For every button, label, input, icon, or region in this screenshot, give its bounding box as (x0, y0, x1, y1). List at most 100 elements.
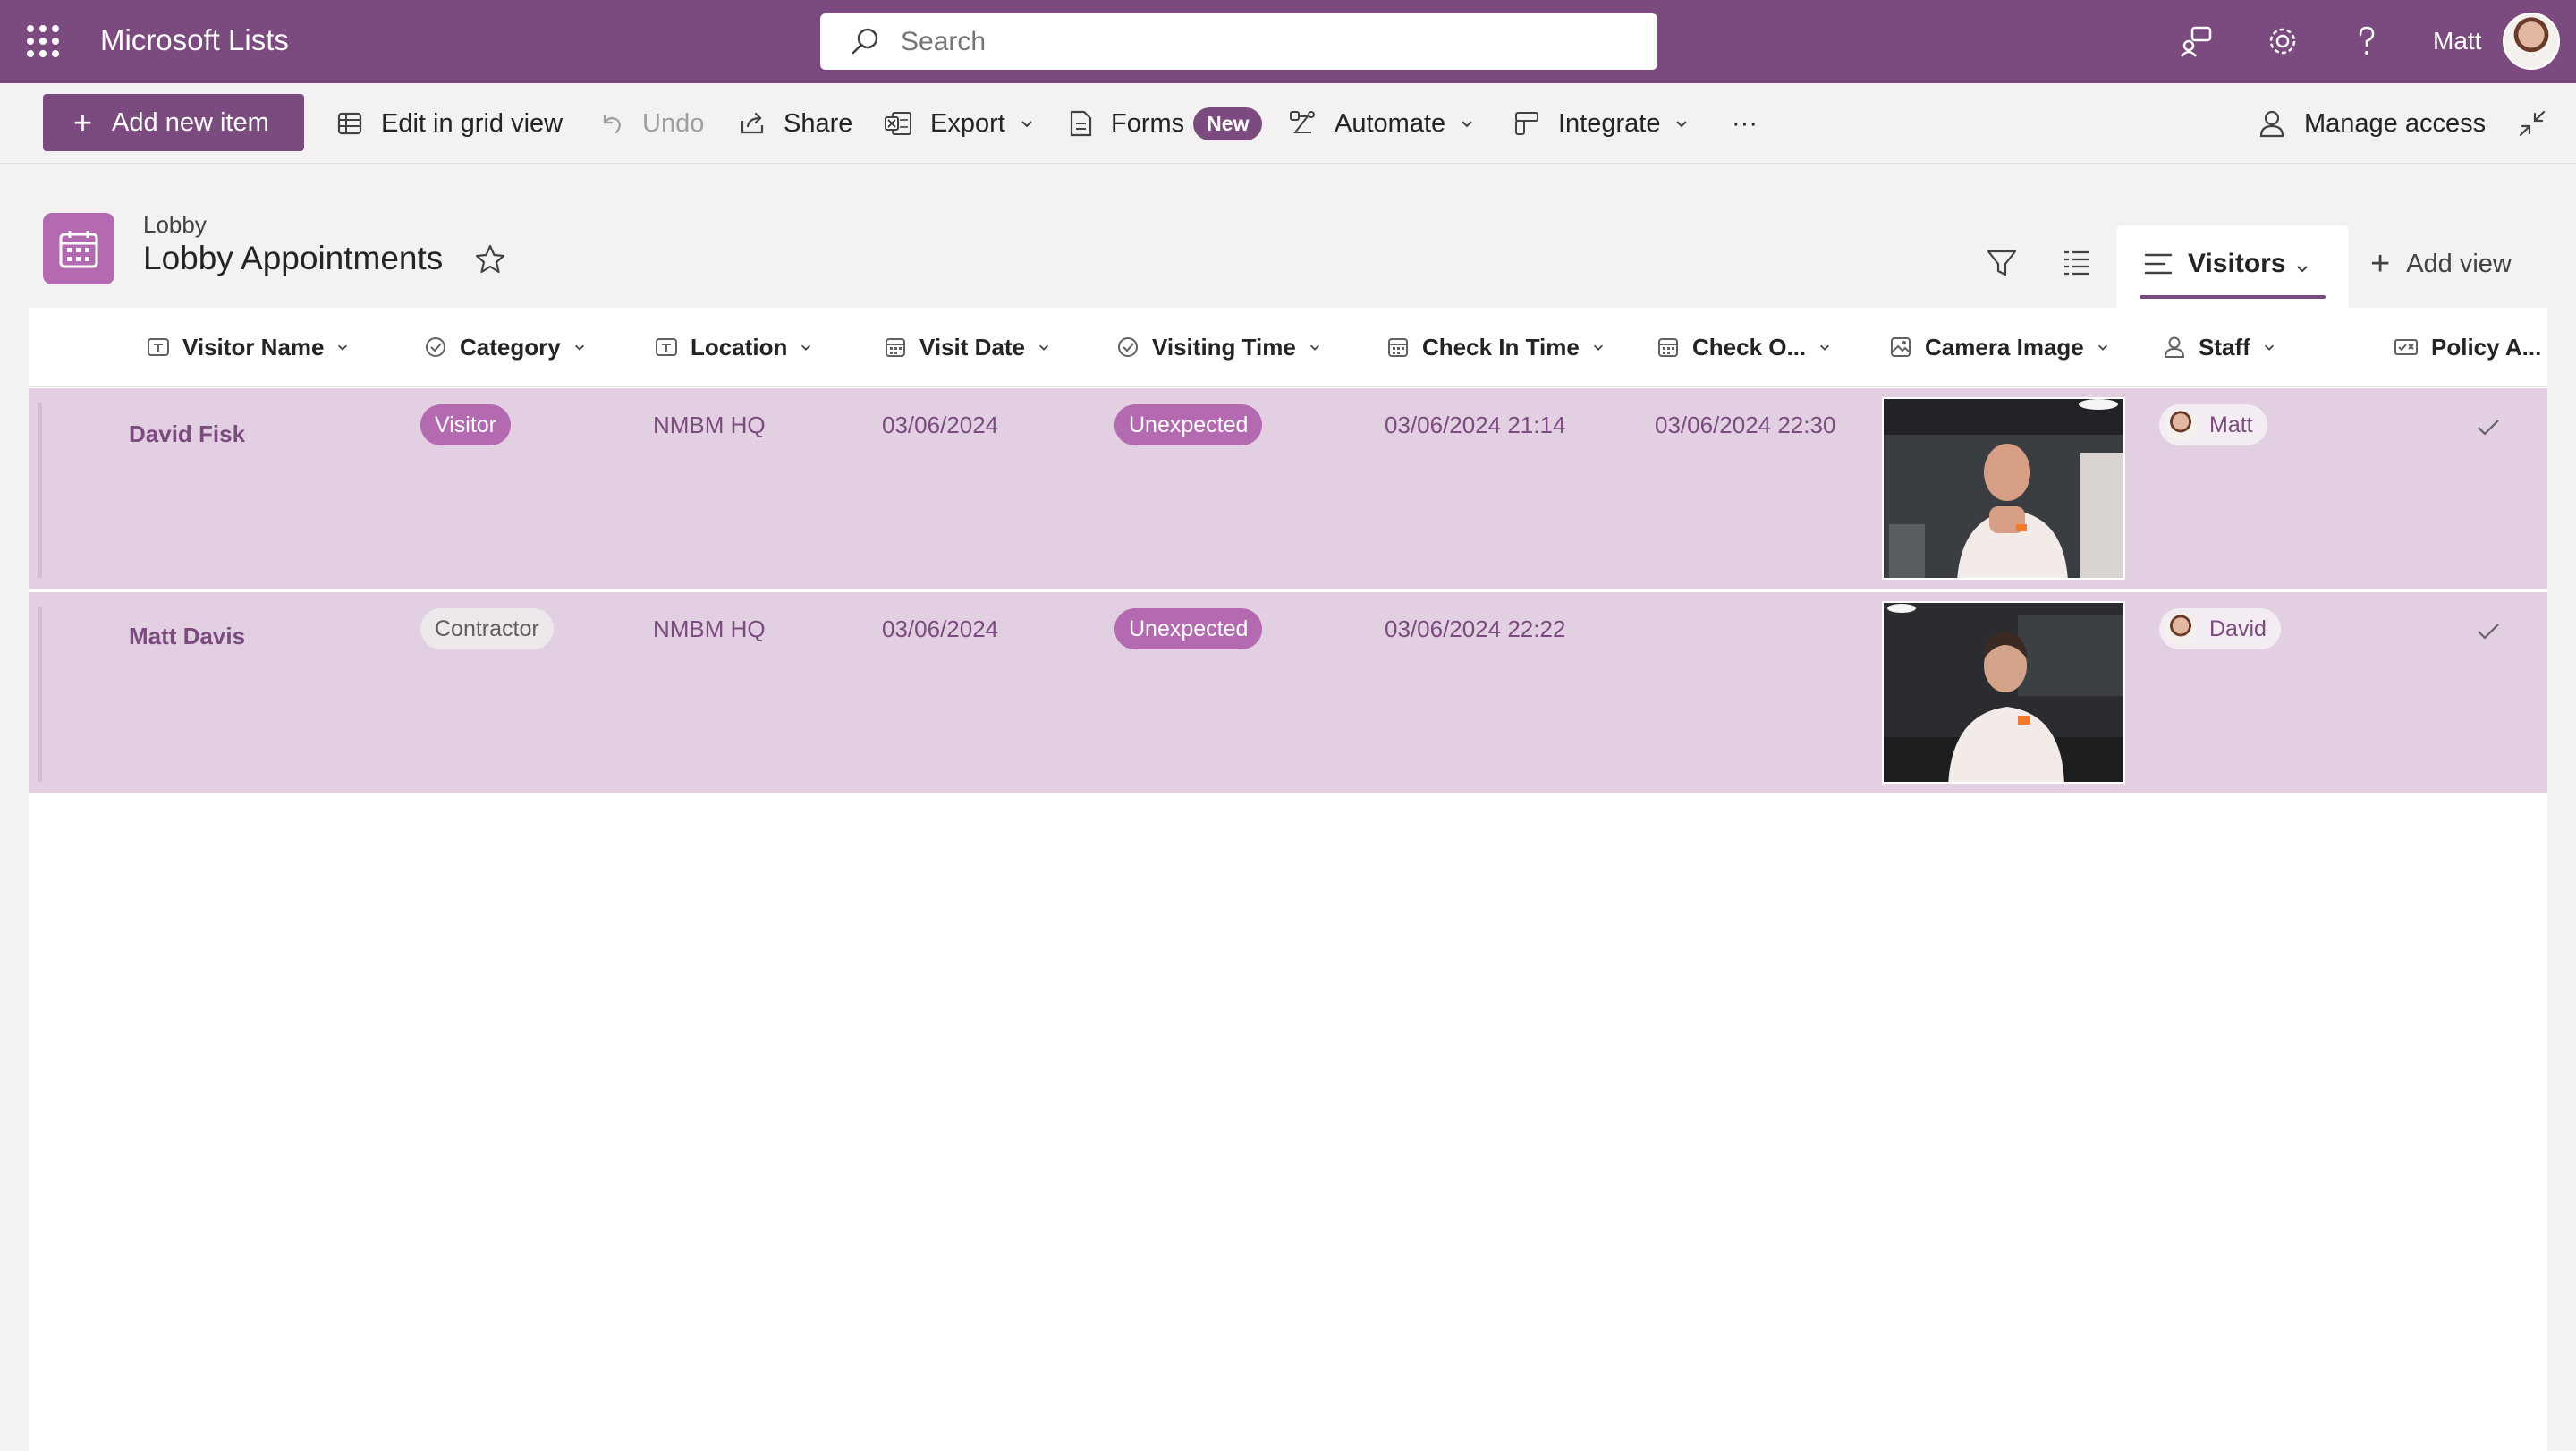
edit-grid-view-button[interactable]: Edit in grid view (336, 101, 563, 146)
command-bar: + Add new item Edit in grid view Undo Sh… (0, 83, 2576, 164)
column-header-staff[interactable]: Staff (2163, 308, 2275, 386)
visit-date-cell: 03/06/2024 (882, 412, 999, 438)
excel-icon (885, 112, 911, 135)
list-grid: Visitor Name Category Location Visit Dat… (29, 308, 2547, 1451)
visiting-time-pill: Unexpected (1114, 404, 1263, 445)
visitor-name-link[interactable]: Matt Davis (129, 623, 245, 650)
calendar-icon (1388, 338, 1408, 357)
integrate-button[interactable]: Integrate (1513, 101, 1689, 146)
app-title[interactable]: Microsoft Lists (100, 23, 289, 57)
automate-icon (1290, 111, 1315, 133)
checkmark-icon (2478, 420, 2499, 436)
search-box[interactable] (820, 13, 1657, 70)
table-row[interactable]: David Fisk Visitor NMBM HQ 03/06/2024 Un… (29, 388, 2547, 590)
chevron-down-icon (2097, 344, 2107, 351)
gear-icon[interactable] (2263, 21, 2302, 61)
location-cell: NMBM HQ (653, 615, 766, 642)
share-button[interactable]: Share (739, 101, 852, 146)
share-icon (741, 112, 764, 134)
add-new-item-button[interactable]: + Add new item (43, 94, 304, 151)
search-input[interactable] (901, 26, 1616, 57)
new-badge: New (1193, 106, 1263, 140)
visitor-name-link[interactable]: David Fisk (129, 420, 245, 448)
chevron-down-icon (574, 344, 584, 351)
camera-image-thumbnail[interactable] (1882, 397, 2125, 580)
chevron-down-icon (2264, 344, 2274, 351)
automate-button[interactable]: Automate (1288, 101, 1474, 146)
column-header-check-out-time[interactable]: Check O... (1657, 308, 1831, 386)
user-avatar[interactable] (2503, 13, 2560, 70)
table-row[interactable]: Matt Davis Contractor NMBM HQ 03/06/2024… (29, 592, 2547, 794)
person-icon (2164, 336, 2185, 358)
yesno-icon (2394, 339, 2418, 355)
check-in-cell: 03/06/2024 21:14 (1385, 412, 1566, 438)
visit-date-cell: 03/06/2024 (882, 615, 999, 642)
column-header-visitor-name[interactable]: Visitor Name (147, 308, 349, 386)
chevron-down-icon (1309, 344, 1319, 351)
help-icon[interactable] (2347, 21, 2386, 61)
column-header-check-in-time[interactable]: Check In Time (1386, 308, 1605, 386)
manage-access-button[interactable]: Manage access (2258, 101, 2486, 146)
list-view-icon (2144, 253, 2173, 275)
breadcrumb-parent[interactable]: Lobby (143, 211, 207, 239)
user-name[interactable]: Matt (2433, 27, 2481, 55)
feedback-icon[interactable] (2177, 21, 2216, 61)
suite-bar: Microsoft Lists Matt (0, 0, 2576, 83)
column-header-category[interactable]: Category (424, 308, 586, 386)
visiting-time-pill: Unexpected (1114, 608, 1263, 649)
list-calendar-icon (43, 213, 114, 284)
search-icon (852, 28, 878, 54)
calendar-icon (886, 338, 905, 357)
view-name: Visitors (2188, 249, 2286, 278)
check-in-cell: 03/06/2024 22:22 (1385, 615, 1566, 642)
filter-icon[interactable] (1986, 247, 2018, 279)
chevron-down-icon (1039, 344, 1049, 351)
chevron-down-icon (1820, 344, 1830, 351)
category-pill: Contractor (420, 608, 554, 649)
integrate-icon (1515, 112, 1538, 135)
plus-icon: + (73, 104, 93, 140)
undo-button[interactable]: Undo (597, 101, 704, 146)
column-header-camera-image[interactable]: Camera Image (1889, 308, 2109, 386)
person-icon (2259, 110, 2284, 138)
image-icon (1891, 337, 1911, 357)
chevron-down-icon (1676, 121, 1688, 128)
app-launcher-icon[interactable] (27, 25, 59, 57)
location-cell: NMBM HQ (653, 412, 766, 438)
more-options-button[interactable]: ··· (1732, 101, 1758, 146)
staff-person-pill[interactable]: David (2159, 608, 2281, 649)
category-pill: Visitor (420, 404, 512, 445)
export-button[interactable]: Export (884, 101, 1034, 146)
camera-image-thumbnail[interactable] (1882, 601, 2125, 784)
column-header-visiting-time[interactable]: Visiting Time (1116, 308, 1321, 386)
favorite-star-icon[interactable] (474, 243, 506, 276)
avatar (2165, 613, 2197, 645)
row-selector[interactable] (38, 403, 42, 578)
text-icon (148, 338, 169, 356)
header-divider (29, 386, 2547, 387)
checkmark-icon (2478, 624, 2499, 640)
column-header-visit-date[interactable]: Visit Date (884, 308, 1050, 386)
chevron-down-icon (1593, 344, 1603, 351)
grid-icon (337, 112, 362, 135)
forms-icon (1070, 110, 1092, 137)
view-options-icon[interactable] (2061, 247, 2093, 279)
staff-person-pill[interactable]: Matt (2159, 404, 2267, 445)
collapse-icon[interactable] (2517, 101, 2565, 146)
text-icon (656, 338, 677, 356)
column-header-location[interactable]: Location (655, 308, 812, 386)
column-header-policy-accepted[interactable]: Policy A... (2394, 308, 2541, 386)
chevron-down-icon (801, 344, 811, 351)
view-tab-visitors[interactable]: Visitors (2116, 225, 2349, 308)
chevron-down-icon (338, 344, 348, 351)
active-tab-indicator (2140, 295, 2326, 299)
check-out-cell: 03/06/2024 22:30 (1655, 412, 1836, 438)
avatar (2165, 409, 2197, 441)
calendar-icon (1658, 338, 1678, 357)
add-view-button[interactable]: + Add view (2370, 247, 2512, 281)
chevron-down-icon (1462, 121, 1472, 128)
forms-button[interactable]: Forms New (1068, 101, 1263, 146)
undo-icon (603, 114, 621, 134)
row-selector[interactable] (38, 607, 42, 782)
chevron-down-icon (1021, 121, 1032, 128)
